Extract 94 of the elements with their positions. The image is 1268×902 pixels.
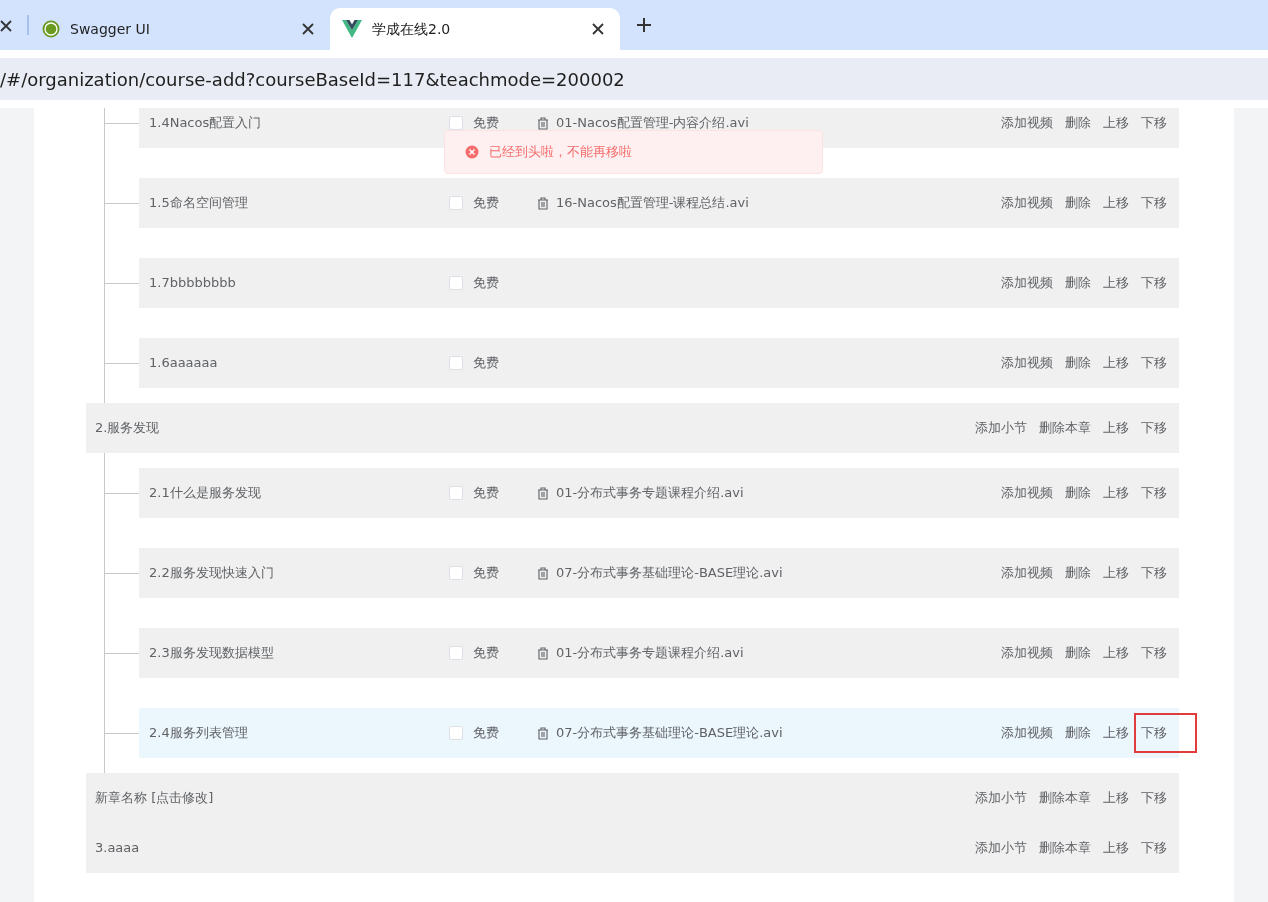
trash-icon[interactable] bbox=[537, 486, 549, 500]
action-link[interactable]: 下移 bbox=[1136, 715, 1195, 751]
action-link[interactable]: 删除本章 bbox=[1039, 838, 1091, 858]
action-link[interactable]: 上移 bbox=[1103, 193, 1129, 213]
action-link[interactable]: 删除 bbox=[1065, 193, 1091, 213]
free-label: 免费 bbox=[473, 484, 499, 503]
free-label: 免费 bbox=[473, 274, 499, 293]
action-link[interactable]: 上移 bbox=[1103, 113, 1129, 133]
action-link[interactable]: 添加小节 bbox=[975, 788, 1027, 808]
free-label: 免费 bbox=[473, 194, 499, 213]
action-link[interactable]: 下移 bbox=[1141, 838, 1167, 858]
section-title[interactable]: 1.5命名空间管理 bbox=[149, 193, 449, 213]
free-checkbox[interactable] bbox=[449, 356, 463, 370]
action-link[interactable]: 下移 bbox=[1141, 113, 1167, 133]
section-title[interactable]: 1.4Nacos配置入门 bbox=[149, 113, 449, 133]
action-link[interactable]: 上移 bbox=[1103, 563, 1129, 583]
action-link[interactable]: 下移 bbox=[1141, 418, 1167, 438]
action-link[interactable]: 删除 bbox=[1065, 643, 1091, 663]
close-icon[interactable] bbox=[0, 20, 12, 32]
new-tab-icon[interactable] bbox=[637, 18, 651, 32]
free-checkbox[interactable] bbox=[449, 726, 463, 740]
action-link[interactable]: 下移 bbox=[1141, 273, 1167, 293]
free-label: 免费 bbox=[473, 724, 499, 743]
action-link[interactable]: 下移 bbox=[1141, 353, 1167, 373]
action-link[interactable]: 删除 bbox=[1065, 723, 1091, 743]
action-link[interactable]: 添加视频 bbox=[1001, 483, 1053, 503]
action-link[interactable]: 添加视频 bbox=[1001, 193, 1053, 213]
trash-icon[interactable] bbox=[537, 116, 549, 130]
video-name: 01-分布式事务专题课程介绍.avi bbox=[556, 644, 744, 663]
action-link[interactable]: 上移 bbox=[1103, 723, 1129, 743]
action-link[interactable]: 上移 bbox=[1103, 418, 1129, 438]
free-checkbox[interactable] bbox=[449, 566, 463, 580]
close-icon[interactable] bbox=[302, 23, 314, 35]
section-title[interactable]: 2.4服务列表管理 bbox=[149, 723, 449, 743]
action-link[interactable]: 添加小节 bbox=[975, 418, 1027, 438]
browser-tab[interactable]: 学成在线2.0 bbox=[330, 8, 620, 50]
action-link[interactable]: 删除本章 bbox=[1039, 418, 1091, 438]
chapter-title[interactable]: 新章名称 [点击修改] bbox=[95, 788, 214, 808]
section-title[interactable]: 2.2服务发现快速入门 bbox=[149, 563, 449, 583]
free-label: 免费 bbox=[473, 644, 499, 663]
section-title[interactable]: 2.3服务发现数据模型 bbox=[149, 643, 449, 663]
action-link[interactable]: 上移 bbox=[1103, 273, 1129, 293]
action-link[interactable]: 上移 bbox=[1103, 838, 1129, 858]
action-link[interactable]: 删除 bbox=[1065, 563, 1091, 583]
free-label: 免费 bbox=[473, 564, 499, 583]
action-link[interactable]: 删除 bbox=[1065, 273, 1091, 293]
action-link[interactable]: 添加视频 bbox=[1001, 273, 1053, 293]
action-link[interactable]: 添加视频 bbox=[1001, 353, 1053, 373]
video-name: 07-分布式事务基础理论-BASE理论.avi bbox=[556, 564, 783, 583]
action-link[interactable]: 上移 bbox=[1103, 483, 1129, 503]
section-title[interactable]: 2.1什么是服务发现 bbox=[149, 483, 449, 503]
braces-circle-icon bbox=[42, 20, 60, 38]
action-link[interactable]: 上移 bbox=[1103, 353, 1129, 373]
video-name: 01-Nacos配置管理-内容介绍.avi bbox=[556, 114, 749, 133]
free-label: 免费 bbox=[473, 354, 499, 373]
action-link[interactable]: 上移 bbox=[1103, 643, 1129, 663]
free-checkbox[interactable] bbox=[449, 276, 463, 290]
video-name: 07-分布式事务基础理论-BASE理论.avi bbox=[556, 724, 783, 743]
address-bar[interactable]: /#/organization/course-add?courseBaseId=117&teachmode=200002 bbox=[0, 58, 1268, 100]
action-link[interactable]: 添加小节 bbox=[975, 838, 1027, 858]
action-link[interactable]: 删除本章 bbox=[1039, 788, 1091, 808]
free-checkbox[interactable] bbox=[449, 646, 463, 660]
error-icon bbox=[465, 145, 479, 159]
action-link[interactable]: 删除 bbox=[1065, 353, 1091, 373]
message-text: 已经到头啦，不能再移啦 bbox=[489, 143, 632, 162]
v-logo-icon bbox=[342, 20, 362, 38]
free-checkbox[interactable] bbox=[449, 486, 463, 500]
action-link[interactable]: 下移 bbox=[1141, 563, 1167, 583]
action-link[interactable]: 删除 bbox=[1065, 113, 1091, 133]
video-name: 16-Nacos配置管理-课程总结.avi bbox=[556, 194, 749, 213]
action-link[interactable]: 下移 bbox=[1141, 483, 1167, 503]
section-title[interactable]: 1.6aaaaaa bbox=[149, 353, 449, 373]
browser-tab[interactable]: Swagger UI bbox=[30, 8, 330, 50]
action-link[interactable]: 下移 bbox=[1141, 788, 1167, 808]
action-link[interactable]: 添加视频 bbox=[1001, 723, 1053, 743]
trash-icon[interactable] bbox=[537, 726, 549, 740]
action-link[interactable]: 添加视频 bbox=[1001, 113, 1053, 133]
trash-icon[interactable] bbox=[537, 646, 549, 660]
video-name: 01-分布式事务专题课程介绍.avi bbox=[556, 484, 744, 503]
free-checkbox[interactable] bbox=[449, 116, 463, 130]
section-title[interactable]: 1.7bbbbbbbb bbox=[149, 273, 449, 293]
chapter-title[interactable]: 2.服务发现 bbox=[95, 418, 160, 438]
action-link[interactable]: 添加视频 bbox=[1001, 563, 1053, 583]
free-checkbox[interactable] bbox=[449, 196, 463, 210]
action-link[interactable]: 上移 bbox=[1103, 788, 1129, 808]
close-icon[interactable] bbox=[592, 23, 604, 35]
action-link[interactable]: 添加视频 bbox=[1001, 643, 1053, 663]
action-link[interactable]: 下移 bbox=[1141, 193, 1167, 213]
chapter-title[interactable]: 3.aaaa bbox=[95, 838, 140, 858]
free-label: 免费 bbox=[473, 114, 499, 133]
action-link[interactable]: 删除 bbox=[1065, 483, 1091, 503]
trash-icon[interactable] bbox=[537, 196, 549, 210]
trash-icon[interactable] bbox=[537, 566, 549, 580]
action-link[interactable]: 下移 bbox=[1141, 643, 1167, 663]
